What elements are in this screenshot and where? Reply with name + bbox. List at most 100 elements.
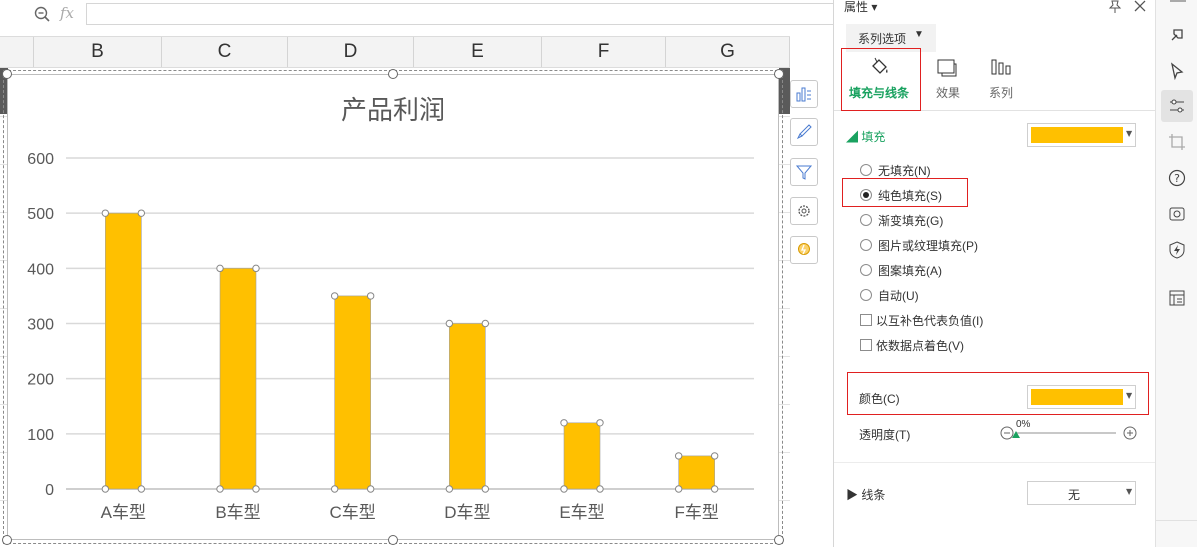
fill-option-label: 渐变填充(G) bbox=[878, 214, 944, 228]
highlight-color bbox=[847, 372, 1149, 415]
tab-series-label: 系列 bbox=[989, 86, 1014, 100]
bar-selection-handle[interactable] bbox=[674, 485, 683, 493]
sliders-icon[interactable] bbox=[1168, 97, 1186, 115]
table-list-icon[interactable] bbox=[1168, 289, 1186, 307]
chart-settings-button[interactable] bbox=[790, 197, 818, 225]
bar-selection-handle[interactable] bbox=[710, 485, 719, 493]
bar-selection-handle[interactable] bbox=[137, 485, 146, 493]
shield-bolt-icon[interactable] bbox=[1168, 241, 1186, 259]
help-icon[interactable]: ? bbox=[1168, 169, 1186, 187]
bar-selection-handle[interactable] bbox=[252, 485, 260, 493]
bar-selection-handle[interactable] bbox=[710, 452, 719, 460]
bar-selection-handle[interactable] bbox=[445, 485, 454, 493]
line-dropdown[interactable]: 无 ▼ bbox=[1027, 481, 1136, 505]
bar-selection-handle[interactable] bbox=[596, 485, 604, 493]
backup-icon[interactable] bbox=[1168, 205, 1186, 223]
chevron-down-icon: ▼ bbox=[1126, 129, 1133, 138]
transparency-slider[interactable] bbox=[1016, 432, 1116, 434]
checkbox-option-1[interactable]: 依数据点着色(V) bbox=[858, 337, 1018, 353]
zoom-out-icon[interactable] bbox=[34, 6, 52, 24]
bar-selection-handle[interactable] bbox=[560, 419, 568, 427]
resize-handle-top[interactable] bbox=[388, 69, 398, 79]
bar-selection-handle[interactable] bbox=[445, 319, 454, 328]
chart-area[interactable]: 产品利润 0 100 200 300 400 500 600 A车型 B车型 C车型 D车型 E车型 F… bbox=[7, 74, 779, 540]
radio-button[interactable] bbox=[860, 289, 872, 301]
radio-button[interactable] bbox=[860, 214, 872, 226]
chart-smart-button[interactable] bbox=[790, 236, 818, 264]
bar-selection-handle[interactable] bbox=[560, 485, 568, 493]
bar-2[interactable] bbox=[334, 295, 371, 490]
pin-icon[interactable] bbox=[1107, 0, 1123, 14]
fx-icon[interactable]: fx bbox=[60, 4, 74, 22]
resize-handle-bottom[interactable] bbox=[388, 535, 398, 545]
tab-series[interactable]: 系列 bbox=[980, 52, 1030, 102]
bar-selection-handle[interactable] bbox=[216, 264, 224, 273]
transparency-value: 0% bbox=[1016, 419, 1031, 430]
resize-handle-bl[interactable] bbox=[2, 535, 12, 545]
y-tick-label: 0 bbox=[45, 482, 54, 499]
chart-elements-button[interactable] bbox=[790, 80, 818, 108]
transparency-label: 透明度(T) bbox=[859, 428, 911, 442]
pin-rocket-icon[interactable] bbox=[1168, 26, 1186, 44]
fill-option-2[interactable]: 渐变填充(G) bbox=[858, 212, 998, 228]
fill-option-3[interactable]: 图片或纹理填充(P) bbox=[858, 237, 998, 253]
transparency-slider-thumb[interactable] bbox=[1012, 431, 1020, 438]
bar-selection-handle[interactable] bbox=[481, 485, 490, 493]
tab-effects[interactable]: 效果 bbox=[922, 52, 972, 102]
checkbox[interactable] bbox=[860, 314, 872, 326]
fill-color-dropdown[interactable]: ▼ bbox=[1027, 123, 1136, 147]
gear-icon bbox=[798, 205, 810, 217]
bar-selection-handle[interactable] bbox=[330, 485, 339, 493]
pointer-icon[interactable] bbox=[1168, 62, 1186, 80]
chart-style-button[interactable] bbox=[790, 118, 818, 146]
resize-handle-tr[interactable] bbox=[774, 69, 784, 79]
bar-selection-handle[interactable] bbox=[366, 292, 375, 300]
bar-selection-handle[interactable] bbox=[366, 485, 375, 493]
column-header-e[interactable]: E bbox=[414, 37, 542, 67]
column-header-f[interactable]: F bbox=[542, 37, 666, 67]
chart-title[interactable]: 产品利润 bbox=[341, 95, 445, 125]
bar-selection-handle[interactable] bbox=[596, 419, 604, 427]
bar-selection-handle[interactable] bbox=[330, 292, 339, 300]
crop-icon[interactable] bbox=[1168, 133, 1186, 151]
radio-button[interactable] bbox=[860, 239, 872, 251]
toolbar-grip bbox=[1170, 0, 1186, 2]
bar-selection-handle[interactable] bbox=[674, 452, 683, 460]
chart-elements-icon bbox=[796, 87, 811, 102]
radio-button[interactable] bbox=[860, 264, 872, 276]
bar-3[interactable] bbox=[449, 323, 486, 490]
y-tick-label: 100 bbox=[27, 427, 54, 444]
bar-5[interactable] bbox=[678, 455, 715, 490]
bar-0[interactable] bbox=[105, 212, 142, 490]
resize-handle-br[interactable] bbox=[774, 535, 784, 545]
bar-selection-handle[interactable] bbox=[101, 209, 110, 217]
column-header-g[interactable]: G bbox=[666, 37, 790, 67]
fill-option-0[interactable]: 无填充(N) bbox=[858, 162, 998, 178]
plus-circle-icon[interactable] bbox=[1123, 426, 1137, 440]
resize-handle-tl[interactable] bbox=[2, 69, 12, 79]
fill-section-header[interactable]: ◢ 填充 bbox=[846, 128, 885, 145]
bar-4[interactable] bbox=[563, 422, 601, 490]
bar-selection-handle[interactable] bbox=[216, 485, 224, 493]
column-header-d[interactable]: D bbox=[288, 37, 414, 67]
bar-selection-handle[interactable] bbox=[101, 485, 110, 493]
column-header-b[interactable]: B bbox=[34, 37, 162, 67]
fill-option-5[interactable]: 自动(U) bbox=[858, 287, 998, 303]
line-section-header[interactable]: ▶ 线条 bbox=[846, 486, 885, 503]
checkbox[interactable] bbox=[860, 339, 872, 351]
radio-button[interactable] bbox=[860, 164, 872, 176]
close-icon[interactable] bbox=[1133, 0, 1147, 14]
fill-option-4[interactable]: 图案填充(A) bbox=[858, 262, 998, 278]
bar-selection-handle[interactable] bbox=[137, 209, 146, 217]
bar-selection-handle[interactable] bbox=[252, 264, 260, 273]
bar-selection-handle[interactable] bbox=[481, 319, 490, 328]
formula-input[interactable] bbox=[86, 3, 833, 25]
chart-filter-button[interactable] bbox=[790, 158, 818, 186]
checkbox-option-0[interactable]: 以互补色代表负值(I) bbox=[858, 312, 1018, 328]
bar-1[interactable] bbox=[219, 268, 257, 490]
column-header-c[interactable]: C bbox=[162, 37, 288, 67]
effects-icon bbox=[937, 59, 957, 77]
row-header-corner[interactable] bbox=[0, 37, 34, 67]
checkbox-label: 依数据点着色(V) bbox=[876, 339, 964, 353]
bar-chart[interactable]: 产品利润 0 100 200 300 400 500 600 A车型 B车型 C车型 D车型 E车型 F… bbox=[8, 75, 778, 539]
